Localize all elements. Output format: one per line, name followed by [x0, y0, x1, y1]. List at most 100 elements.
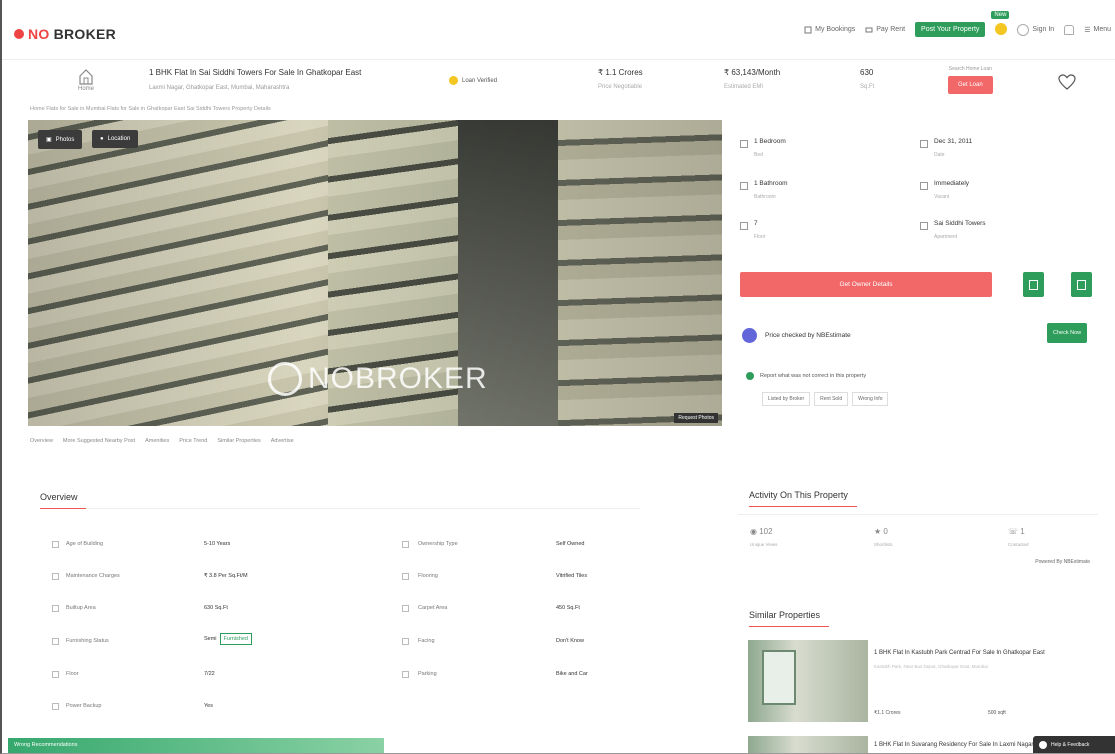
get-owner-details-button[interactable]: Get Owner Details	[740, 272, 992, 297]
bed-icon	[740, 140, 748, 148]
similar-title: Similar Properties	[749, 610, 821, 620]
help-feedback-button[interactable]: Help & Feedback	[1033, 736, 1115, 753]
maintenance-icon	[52, 573, 59, 580]
power-icon	[52, 703, 59, 710]
price-value: ₹ 1.1 Crores	[598, 68, 643, 77]
chat-icon	[1039, 741, 1047, 749]
floor-icon	[740, 222, 748, 230]
recommendation-bar[interactable]: Wrong Recommendations	[8, 738, 384, 753]
overview-value-furnishing: Semi Furnished	[204, 633, 252, 645]
tab-nearby[interactable]: More Suggested Nearby Post	[63, 438, 135, 444]
activity-views-sub: Unique Views	[750, 542, 778, 547]
similar-underline	[749, 626, 829, 627]
activity-shortlists: ★ 0 Shortlists	[874, 527, 893, 547]
detail-apartment-label: Sai Siddhi Towers	[934, 220, 986, 227]
nav-my-bookings-label: My Bookings	[815, 26, 856, 33]
overview-label-power: Power Backup	[66, 703, 102, 709]
activity-underline	[749, 506, 857, 507]
report-row: Report what was not correct in this prop…	[746, 372, 866, 380]
location-button[interactable]: ● Location	[92, 130, 139, 148]
phone-icon: ☏	[1008, 527, 1019, 536]
similar-title-2[interactable]: 1 BHK Flat In Suvarang Residency For Sal…	[874, 742, 1033, 748]
floor-level-icon	[52, 671, 59, 678]
check-now-button[interactable]: Check Now	[1047, 323, 1088, 343]
emi-value: ₹ 63,143/Month	[724, 68, 781, 77]
overview-label-parking: Parking	[418, 671, 437, 677]
sign-in[interactable]: Sign In	[1017, 23, 1055, 36]
overview-label-facing: Facing	[418, 638, 435, 644]
loan-small-label: Search Home Loan	[948, 66, 992, 72]
key-icon	[920, 182, 928, 190]
report-option-wrong-info[interactable]: Wrong Info	[852, 392, 889, 406]
report-option-broker[interactable]: Listed by Broker	[762, 392, 811, 406]
similar-photo-2[interactable]	[748, 736, 868, 753]
heart-icon[interactable]	[1058, 74, 1076, 90]
tab-similar[interactable]: Similar Properties	[217, 438, 260, 444]
detail-apartment: Sai Siddhi Towers Apartment	[920, 220, 986, 240]
watermark-text: NOBROKER	[308, 362, 488, 395]
detail-floor-label: 7	[754, 220, 758, 227]
bell-icon[interactable]	[1064, 24, 1075, 35]
request-photos-button[interactable]: Request Photos	[674, 413, 718, 423]
logo[interactable]: NO BROKER	[14, 26, 116, 42]
price-checked-label: Price checked by NBEstimate	[765, 332, 851, 339]
logo-mark-icon	[14, 29, 24, 39]
title-block: 1 BHK Flat In Sai Siddhi Towers For Sale…	[149, 68, 409, 91]
nav-pay-rent[interactable]: Pay Rent	[865, 26, 905, 34]
similar-area-1: 500 sqft	[988, 710, 1006, 716]
overview-value-carpet: 450 Sq.Ft	[556, 605, 580, 611]
logo-text-broker: BROKER	[53, 26, 117, 42]
nav-my-bookings[interactable]: My Bookings	[804, 26, 855, 34]
verified-label: Loan Verified	[462, 77, 498, 84]
overview-title: Overview	[40, 492, 78, 502]
detail-floor: 7 Floor	[740, 220, 765, 240]
detail-bathroom-sub: Bathroom	[754, 194, 776, 200]
activity-contacts-value: 1	[1020, 527, 1025, 536]
breadcrumb[interactable]: Home Flats for Sale in Mumbai Flats for …	[30, 106, 271, 112]
sofa-icon	[52, 638, 59, 645]
activity-shortlists-value: 0	[883, 527, 888, 536]
coin-icon	[995, 22, 1008, 35]
calendar-icon	[920, 140, 928, 148]
builtup-icon	[52, 605, 59, 612]
get-loan-button[interactable]: Get Loan	[948, 76, 993, 94]
overview-label-builtup: Builtup Area	[66, 605, 96, 611]
home-button[interactable]: Home	[74, 68, 98, 92]
overview-label-age: Age of Building	[66, 541, 103, 547]
post-property-button[interactable]: Post Your Property	[915, 22, 986, 37]
tab-amenities[interactable]: Amenities	[145, 438, 169, 444]
home-icon	[79, 69, 93, 85]
eye-icon: ◉	[750, 527, 757, 536]
property-photo[interactable]: NOBROKER ▣ Photos ● Location Request Pho…	[28, 120, 722, 426]
floor-plan-button[interactable]	[1071, 272, 1092, 297]
overview-value-power: Yes	[204, 703, 213, 709]
emi-stat: ₹ 63,143/Month Estimated EMI	[724, 68, 780, 90]
tab-price-trend[interactable]: Price Trend	[179, 438, 207, 444]
price-stat: ₹ 1.1 Crores Price Negotiable	[598, 68, 643, 90]
menu-button[interactable]: ☰ Menu	[1084, 26, 1111, 34]
activity-views-value: 102	[759, 527, 773, 536]
report-option-sold[interactable]: Rent Sold	[814, 392, 849, 406]
rewards[interactable]: New	[991, 10, 1010, 37]
hamburger-icon: ☰	[1084, 26, 1091, 34]
overview-rule	[40, 508, 640, 509]
similar-title-1[interactable]: 1 BHK Flat In Kastubh Park Centrad For S…	[874, 650, 1045, 656]
overview-label-furnishing: Furnishing Status	[66, 638, 109, 644]
detail-date-label: Dec 31, 2011	[934, 138, 973, 145]
tab-advertise[interactable]: Advertise	[271, 438, 294, 444]
overview-value-builtup: 630 Sq.Ft	[204, 605, 228, 611]
schedule-visit-button[interactable]	[1023, 272, 1044, 297]
similar-photo-1[interactable]	[748, 640, 868, 722]
location-pin-icon: ●	[100, 136, 104, 142]
photos-button[interactable]: ▣ Photos	[38, 130, 83, 149]
watermark: NOBROKER	[268, 362, 488, 396]
detail-availability-label: Immediately	[934, 180, 970, 187]
property-address: Laxmi Nagar, Ghatkopar East, Mumbai, Mah…	[149, 85, 290, 91]
sign-in-label: Sign In	[1032, 26, 1055, 33]
verified-badge: Loan Verified	[449, 76, 497, 85]
detail-bathroom-label: 1 Bathroom	[754, 180, 788, 187]
camera-icon: ▣	[46, 137, 52, 143]
tab-overview[interactable]: Overview	[30, 438, 53, 444]
bath-icon	[740, 182, 748, 190]
location-label: Location	[107, 136, 131, 142]
